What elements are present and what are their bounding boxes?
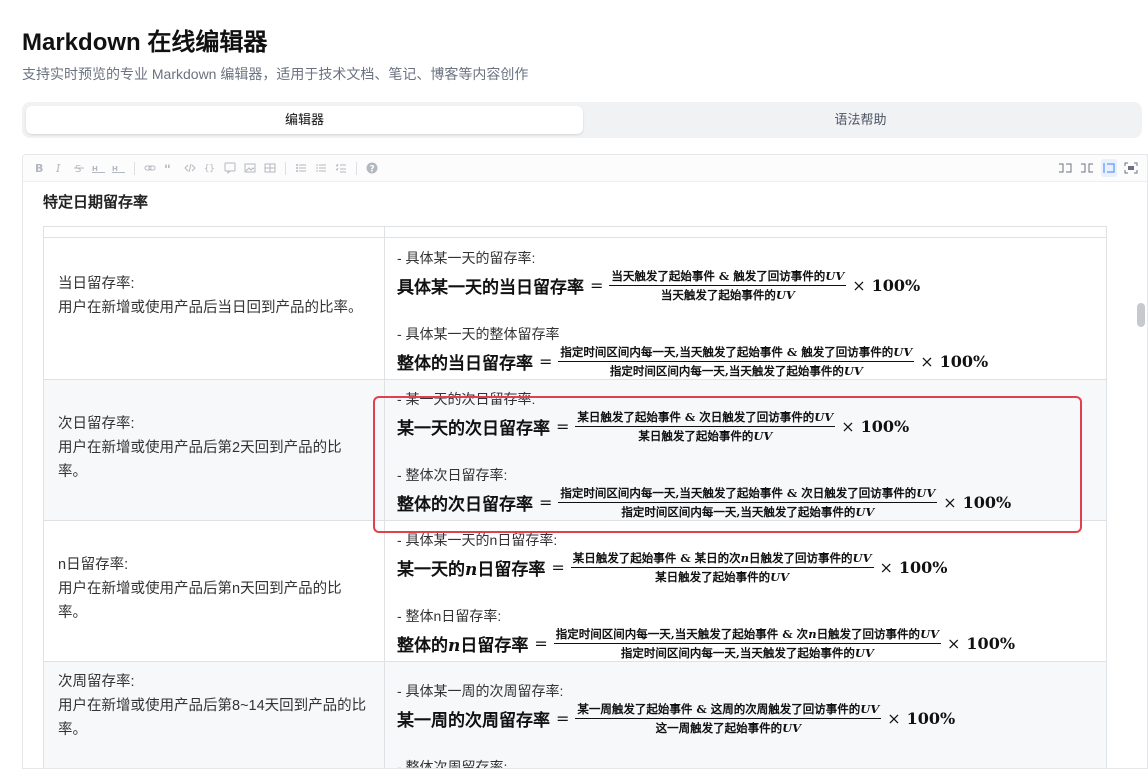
- formula-label: - 具体某一天的留存率:: [397, 250, 536, 266]
- table-header-row: [43, 226, 1107, 238]
- metric-name: 次日留存率:: [58, 416, 135, 432]
- formula-label: - 具体某一天的整体留存率: [397, 326, 560, 342]
- toolbar-divider: [134, 161, 135, 175]
- fullscreen-icon[interactable]: [1123, 159, 1139, 177]
- formula: 整体的n日留存率 = 指定时间区间内每一天,当天触发了起始事件 & 次n日触发了…: [397, 627, 1016, 660]
- formula: 具体某一天的当日留存率 = 当天触发了起始事件 & 触发了回访事件的UV 当天触…: [397, 269, 921, 302]
- table-row: 当日留存率: 用户在新增或使用产品后当日回到产品的比率。 - 具体某一天的留存率…: [43, 237, 1107, 380]
- image-icon[interactable]: [242, 159, 258, 177]
- formula: 某一天的次日留存率 = 某日触发了起始事件 & 次日触发了回访事件的UV 某日触…: [397, 410, 910, 443]
- svg-text:S: S: [75, 164, 81, 174]
- tab-editor[interactable]: 编辑器: [26, 106, 583, 134]
- formula-label: - 具体某一周的次周留存率:: [397, 683, 564, 699]
- italic-icon[interactable]: I: [51, 159, 67, 177]
- svg-text:{}: {}: [204, 164, 215, 174]
- ordered-list-icon[interactable]: [313, 159, 329, 177]
- svg-text:H: H: [92, 165, 98, 173]
- unordered-list-icon[interactable]: [293, 159, 309, 177]
- formula: 整体的次日留存率 = 指定时间区间内每一天,当天触发了起始事件 & 次日触发了回…: [397, 486, 1012, 519]
- tab-bar: 编辑器 语法帮助: [22, 102, 1142, 138]
- svg-text:I: I: [55, 162, 61, 174]
- table-row: 次周留存率: 用户在新增或使用产品后第8~14天回到产品的比率。 - 具体某一周…: [43, 661, 1107, 768]
- svg-text:?: ?: [370, 165, 375, 175]
- table-row: n日留存率: 用户在新增或使用产品后第n天回到产品的比率。 - 具体某一天的n日…: [43, 520, 1107, 662]
- toolbar-divider: [356, 161, 357, 175]
- page-subtitle: 支持实时预览的专业 Markdown 编辑器，适用于技术文档、笔记、博客等内容创…: [22, 66, 529, 82]
- edit-only-icon[interactable]: [1057, 159, 1073, 177]
- formula-label: - 整体n日留存率:: [397, 608, 502, 624]
- tab-syntax-help[interactable]: 语法帮助: [583, 106, 1138, 134]
- metric-name: n日留存率:: [58, 557, 129, 573]
- heading-icon[interactable]: H: [111, 159, 127, 177]
- metric-name: 次周留存率:: [58, 674, 135, 690]
- svg-text:": ": [164, 163, 171, 174]
- formula-label: - 某一天的次日留存率:: [397, 391, 536, 407]
- quote-icon[interactable]: ": [162, 159, 178, 177]
- bold-icon[interactable]: B: [31, 159, 47, 177]
- retention-table: 当日留存率: 用户在新增或使用产品后当日回到产品的比率。 - 具体某一天的留存率…: [43, 226, 1107, 768]
- formula: 整体的当日留存率 = 指定时间区间内每一天,当天触发了起始事件 & 触发了回访事…: [397, 345, 989, 378]
- svg-text:H: H: [112, 165, 118, 173]
- table-icon[interactable]: [262, 159, 278, 177]
- formula: 某一天的n日留存率 = 某日触发了起始事件 & 某日的次n日触发了回访事件的UV…: [397, 551, 948, 584]
- metric-name: 当日留存率:: [58, 276, 135, 292]
- strikethrough-icon[interactable]: S: [71, 159, 87, 177]
- formula: 某一周的次周留存率 = 某一周触发了起始事件 & 这周的次周触发了回访事件的UV…: [397, 702, 956, 735]
- scrollbar-thumb[interactable]: [1137, 303, 1145, 327]
- link-icon[interactable]: [142, 159, 158, 177]
- page-title: Markdown 在线编辑器: [22, 29, 268, 56]
- table-row: 次日留存率: 用户在新增或使用产品后第2天回到产品的比率。 - 某一天的次日留存…: [43, 379, 1107, 521]
- svg-text:B: B: [35, 162, 43, 174]
- metric-description: 用户在新增或使用产品后当日回到产品的比率。: [58, 300, 363, 316]
- formula-label: - 具体某一天的n日留存率:: [397, 532, 558, 548]
- split-view-icon[interactable]: [1079, 159, 1095, 177]
- heading-icon[interactable]: H: [91, 159, 107, 177]
- code-block-icon[interactable]: {}: [202, 159, 218, 177]
- preview-only-icon[interactable]: [1101, 159, 1117, 177]
- comment-icon[interactable]: [222, 159, 238, 177]
- code-icon[interactable]: [182, 159, 198, 177]
- help-icon[interactable]: ?: [364, 159, 380, 177]
- task-list-icon[interactable]: [333, 159, 349, 177]
- metric-description: 用户在新增或使用产品后第2天回到产品的比率。: [58, 440, 342, 480]
- section-heading: 特定日期留存率: [43, 194, 149, 211]
- formula-label: - 整体次日留存率:: [397, 467, 508, 483]
- markdown-editor: B I S H H " {} ? 特定日期留存率 当日留存率: 用户在新增或使用…: [22, 154, 1148, 769]
- metric-description: 用户在新增或使用产品后第n天回到产品的比率。: [58, 581, 342, 621]
- metric-description: 用户在新增或使用产品后第8~14天回到产品的比率。: [58, 698, 367, 738]
- preview-pane: 特定日期留存率 当日留存率: 用户在新增或使用产品后当日回到产品的比率。 - 具…: [23, 182, 1131, 768]
- toolbar-divider: [285, 161, 286, 175]
- editor-toolbar: B I S H H " {} ?: [23, 155, 1147, 182]
